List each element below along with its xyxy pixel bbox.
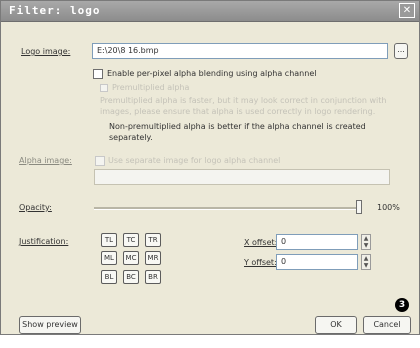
justify-bc-button[interactable]: BC xyxy=(123,270,139,284)
alpha-note-line-1: Non-premultiplied alpha is better if the… xyxy=(109,122,366,131)
separate-alpha-checkbox[interactable] xyxy=(95,156,105,166)
y-offset-label: Y offset: xyxy=(244,258,277,267)
logo-image-path-field[interactable]: E:\20\8 16.bmp xyxy=(92,43,388,59)
justify-tc-button[interactable]: TC xyxy=(123,233,139,247)
annotation-number-badge: 3 xyxy=(395,298,409,312)
window-title: Filter: logo xyxy=(9,4,101,17)
justify-mc-button[interactable]: MC xyxy=(123,251,139,265)
premultiplied-alpha-label: Premultiplied alpha xyxy=(112,83,190,92)
x-offset-field[interactable]: 0 xyxy=(276,234,358,250)
justify-mr-button[interactable]: MR xyxy=(145,251,161,265)
x-offset-label: X offset: xyxy=(244,238,278,247)
justify-ml-button[interactable]: ML xyxy=(101,251,117,265)
justification-label: Justification: xyxy=(19,237,69,246)
y-offset-spinner[interactable]: ▲ ▼ xyxy=(361,254,371,270)
separate-alpha-label: Use separate image for logo alpha channe… xyxy=(108,156,281,165)
close-icon[interactable]: ✕ xyxy=(399,3,415,18)
premultiplied-info-line-1: Premultiplied alpha is faster, but it ma… xyxy=(100,96,387,105)
opacity-value: 100% xyxy=(377,203,400,212)
logo-image-label: Logo image: xyxy=(21,47,71,56)
y-offset-field[interactable]: 0 xyxy=(276,254,358,270)
alpha-image-label: Alpha image: xyxy=(19,156,72,165)
alpha-image-path-field[interactable] xyxy=(94,169,390,185)
browse-logo-button[interactable]: ... xyxy=(394,43,408,59)
premultiplied-info-line-2: images, please ensure that alpha is used… xyxy=(100,107,376,116)
justify-tr-button[interactable]: TR xyxy=(145,233,161,247)
premultiplied-alpha-checkbox[interactable] xyxy=(100,84,108,92)
alpha-note-line-2: separately. xyxy=(109,133,153,142)
x-offset-spinner[interactable]: ▲ ▼ xyxy=(361,234,371,250)
ok-button[interactable]: OK xyxy=(315,316,357,334)
show-preview-button[interactable]: Show preview xyxy=(19,316,81,334)
justify-bl-button[interactable]: BL xyxy=(101,270,117,284)
justify-tl-button[interactable]: TL xyxy=(101,233,117,247)
opacity-slider-thumb[interactable] xyxy=(356,200,362,214)
filter-logo-dialog: Filter: logo ✕ Logo image: E:\20\8 16.bm… xyxy=(0,0,420,335)
per-pixel-alpha-checkbox[interactable] xyxy=(93,69,103,79)
per-pixel-alpha-label: Enable per-pixel alpha blending using al… xyxy=(107,69,317,78)
title-bar: Filter: logo ✕ xyxy=(1,1,419,22)
cancel-button[interactable]: Cancel xyxy=(363,316,411,334)
opacity-slider-track[interactable] xyxy=(94,207,362,210)
justify-br-button[interactable]: BR xyxy=(145,270,161,284)
opacity-label: Opacity: xyxy=(19,203,52,212)
